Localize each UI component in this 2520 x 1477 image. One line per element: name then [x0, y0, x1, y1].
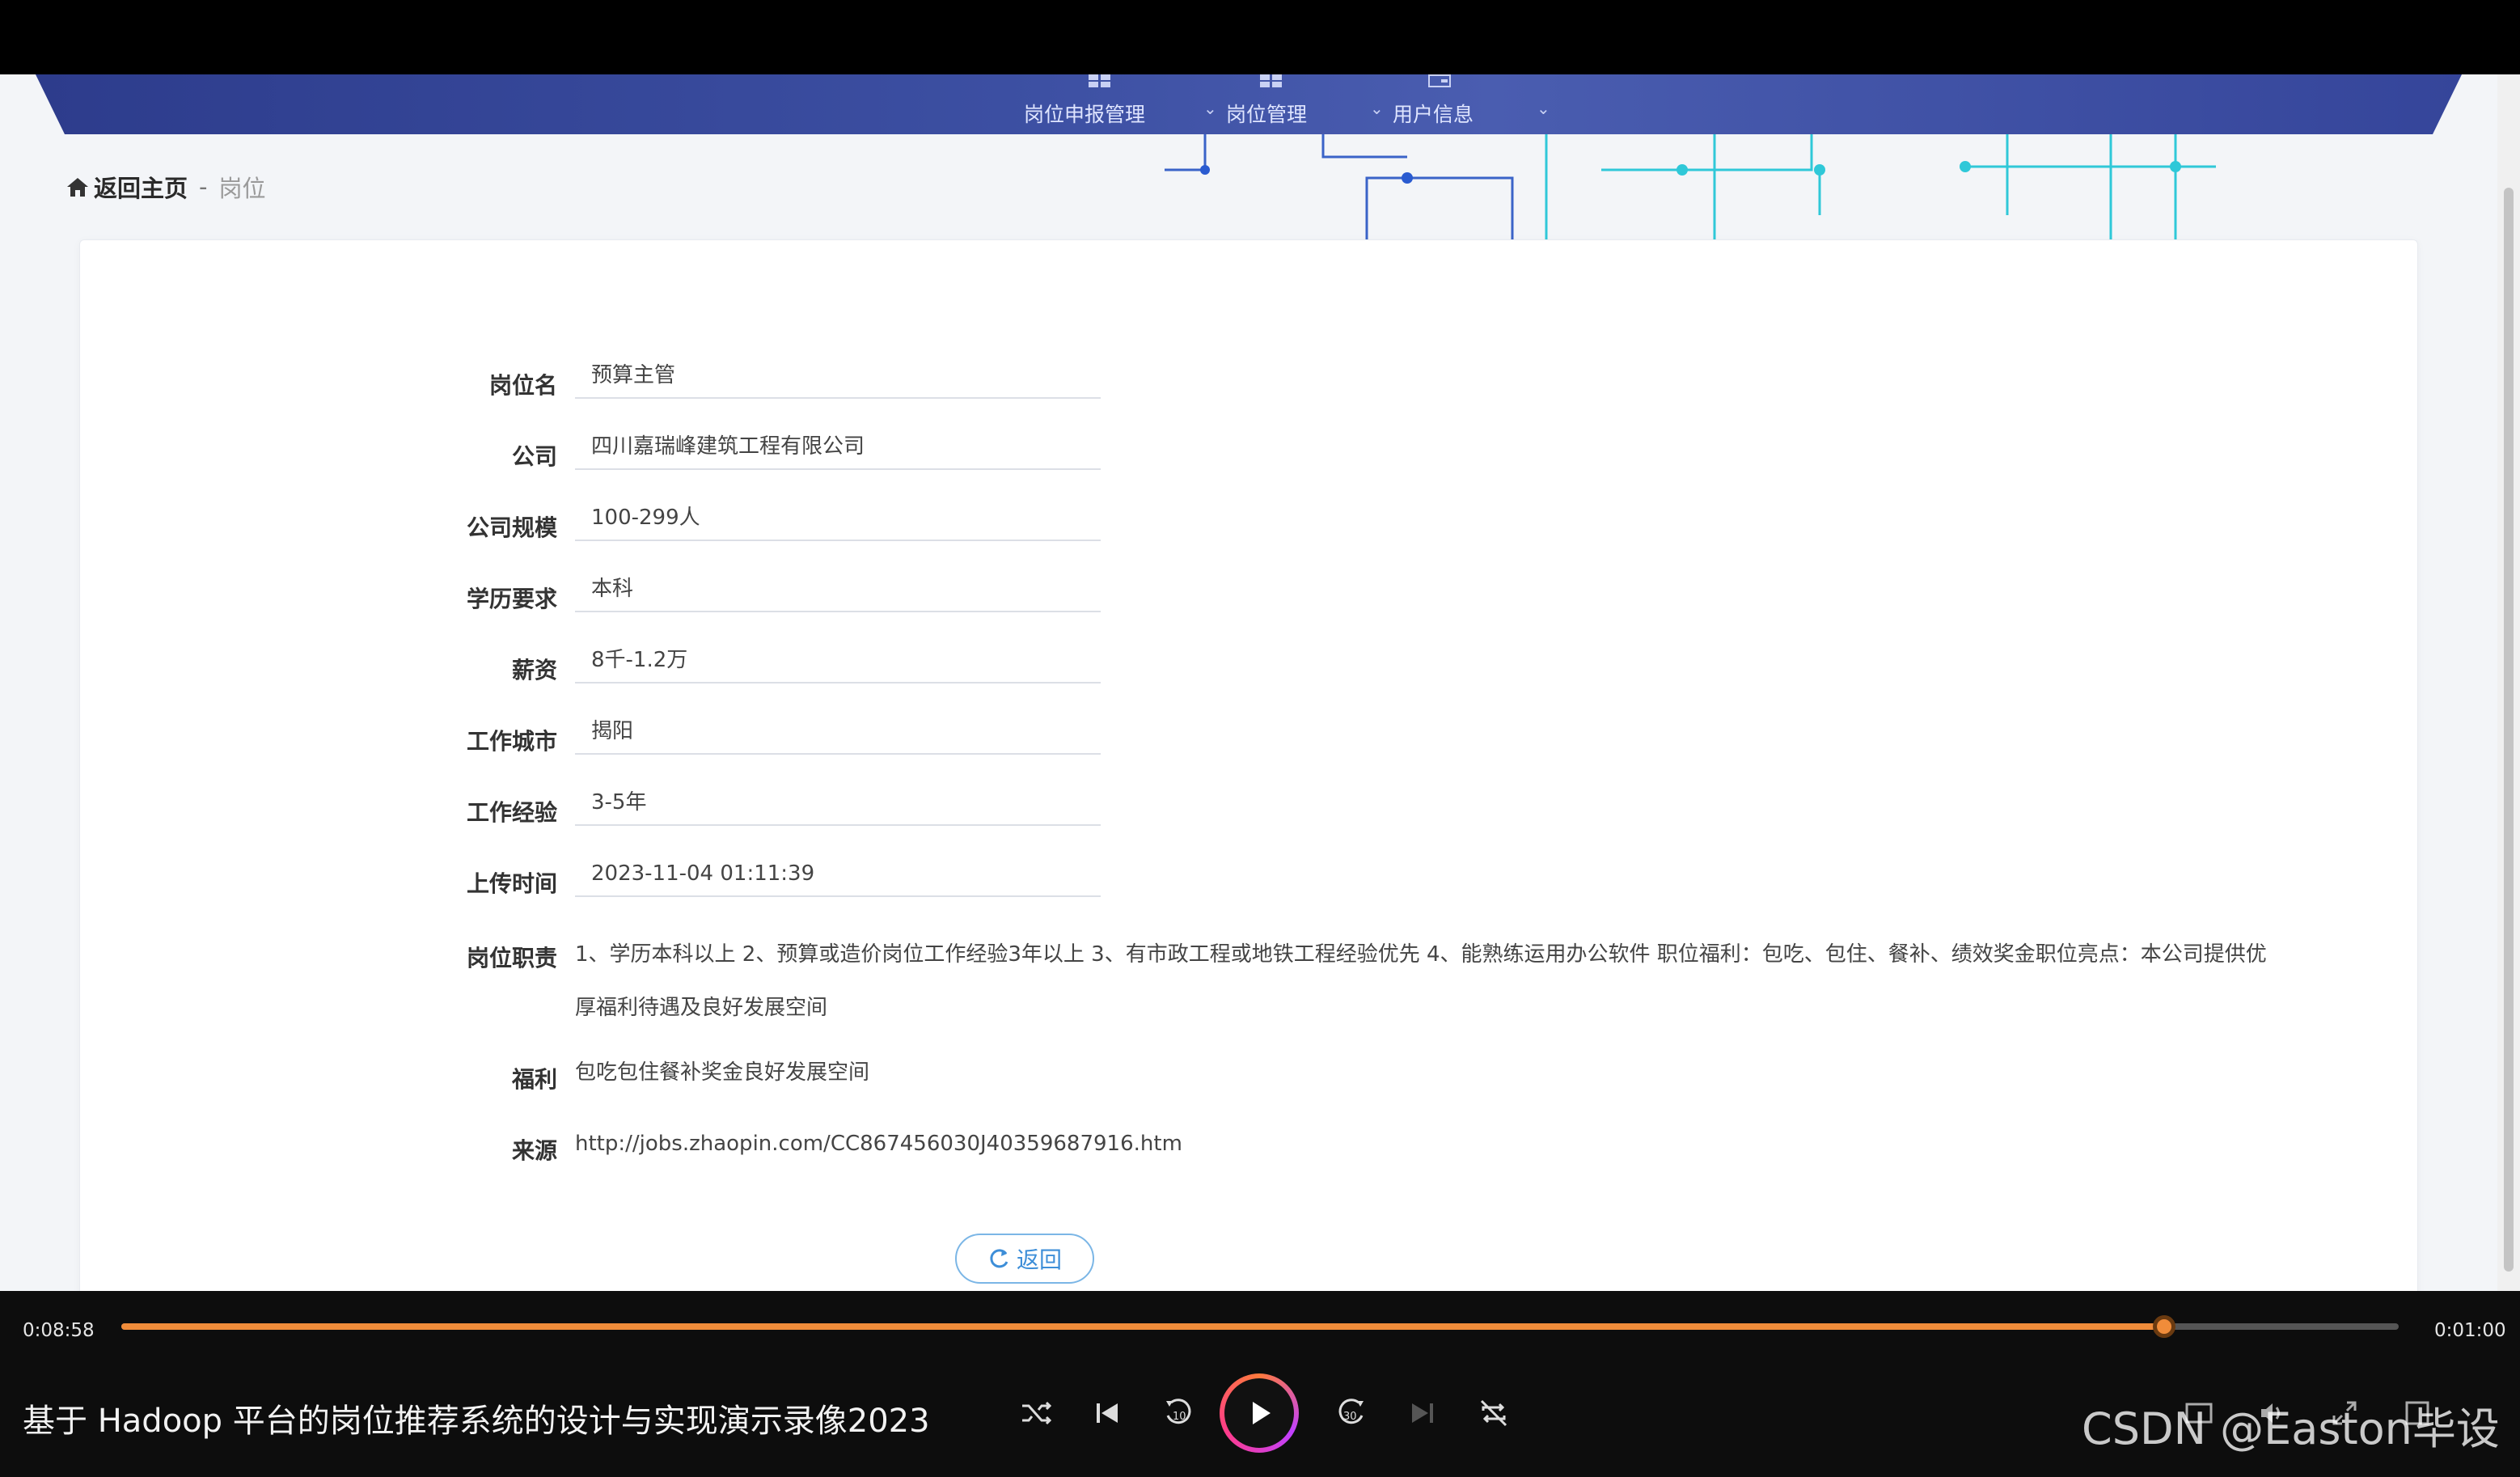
duties-text: 1、学历本科以上 2、预算或造价岗位工作经验3年以上 3、有市政工程或地铁工程经… — [575, 942, 2267, 1020]
benefits-text: 包吃包住餐补奖金良好发展空间 — [575, 1060, 870, 1085]
top-black-bar — [0, 0, 2520, 74]
job-name-input[interactable]: 预算主管 — [575, 358, 1101, 399]
grid-icon — [1260, 74, 1282, 87]
back-button-label: 返回 — [1016, 1246, 1062, 1273]
breadcrumb-home-link[interactable]: 返回主页 — [94, 170, 188, 204]
field-label: 福利 — [511, 1066, 557, 1093]
field-label: 学历要求 — [466, 586, 557, 612]
company-size-input[interactable]: 100-299人 — [575, 501, 1101, 541]
field-label: 岗位职责 — [466, 945, 557, 971]
education-input[interactable]: 本科 — [575, 572, 1101, 612]
current-time: 0:08:58 — [23, 1320, 95, 1341]
experience-input[interactable]: 3-5年 — [575, 785, 1101, 826]
breadcrumb-current: 岗位 — [218, 175, 266, 202]
play-icon — [1253, 1402, 1271, 1424]
refresh-icon — [990, 1249, 1008, 1268]
upload-time-input[interactable]: 2023-11-04 01:11:39 — [575, 857, 1101, 897]
nav-label: 用户信息 — [1393, 103, 1474, 126]
chevron-down-icon: ⌄ — [1203, 99, 1217, 118]
page-scrollbar[interactable] — [2497, 74, 2520, 1291]
forward-30-icon[interactable]: 30 — [1331, 1393, 1372, 1433]
grid-icon — [1089, 74, 1110, 87]
field-label: 公司 — [511, 443, 557, 470]
scrollbar-thumb[interactable] — [2504, 188, 2514, 1272]
field-label: 上传时间 — [466, 870, 557, 897]
top-navbar: 岗位申报管理 ⌄ 岗位管理 ⌄ 用户信息 ⌄ — [36, 74, 2462, 134]
video-player: 0:08:58 0:01:00 基于 Hadoop 平台的岗位推荐系统的设计与实… — [0, 1291, 2520, 1477]
field-label: 薪资 — [511, 657, 557, 683]
field-label: 工作经验 — [466, 799, 557, 826]
field-label: 工作城市 — [466, 728, 557, 755]
breadcrumb-separator: - — [199, 173, 208, 201]
wallet-icon — [1428, 74, 1451, 87]
field-label: 岗位名 — [488, 372, 557, 399]
home-icon — [67, 178, 88, 197]
chevron-down-icon: ⌄ — [1370, 99, 1384, 118]
svg-text:10: 10 — [1173, 1411, 1186, 1423]
progress-bar[interactable] — [121, 1315, 2399, 1338]
breadcrumb: 返回主页 - 岗位 — [66, 170, 266, 204]
salary-input[interactable]: 8千-1.2万 — [575, 643, 1101, 683]
shuffle-icon[interactable] — [1016, 1393, 1056, 1433]
chevron-down-icon: ⌄ — [1537, 99, 1550, 118]
nav-label: 岗位管理 — [1226, 103, 1308, 126]
nav-item-job-application[interactable]: 岗位申报管理 ⌄ — [1024, 74, 1218, 134]
play-button[interactable] — [1220, 1373, 1299, 1453]
city-input[interactable]: 揭阳 — [575, 714, 1101, 755]
watermark: CSDN @Easton毕设 — [2082, 1403, 2500, 1454]
field-label: 来源 — [511, 1137, 557, 1164]
circuit-decoration — [1165, 134, 2216, 239]
company-input[interactable]: 四川嘉瑞峰建筑工程有限公司 — [575, 430, 1101, 470]
back-button[interactable]: 返回 — [955, 1234, 1094, 1284]
job-detail-card: 岗位名 预算主管 公司 四川嘉瑞峰建筑工程有限公司 公司规模 100-299人 … — [79, 239, 2418, 1291]
previous-icon[interactable] — [1087, 1393, 1127, 1433]
progress-knob[interactable] — [2152, 1315, 2175, 1338]
repeat-off-icon[interactable] — [1474, 1393, 1514, 1433]
rewind-10-icon[interactable]: 10 — [1158, 1393, 1199, 1433]
video-title: 基于 Hadoop 平台的岗位推荐系统的设计与实现演示录像2023 — [23, 1403, 930, 1440]
svg-text:30: 30 — [1343, 1411, 1357, 1423]
total-time: 0:01:00 — [2434, 1320, 2506, 1341]
browser-viewport: 岗位申报管理 ⌄ 岗位管理 ⌄ 用户信息 ⌄ 返回主页 - 岗位 岗位名 预算主… — [0, 74, 2520, 1291]
progress-fill — [121, 1323, 2164, 1330]
nav-label: 岗位申报管理 — [1024, 103, 1146, 126]
field-label: 公司规模 — [466, 514, 557, 541]
source-link[interactable]: http://jobs.zhaopin.com/CC867456030J4035… — [575, 1124, 2273, 1164]
nav-item-user-info[interactable]: 用户信息 ⌄ — [1393, 74, 1562, 134]
nav-item-job-management[interactable]: 岗位管理 ⌄ — [1226, 74, 1384, 134]
next-icon[interactable] — [1402, 1393, 1443, 1433]
